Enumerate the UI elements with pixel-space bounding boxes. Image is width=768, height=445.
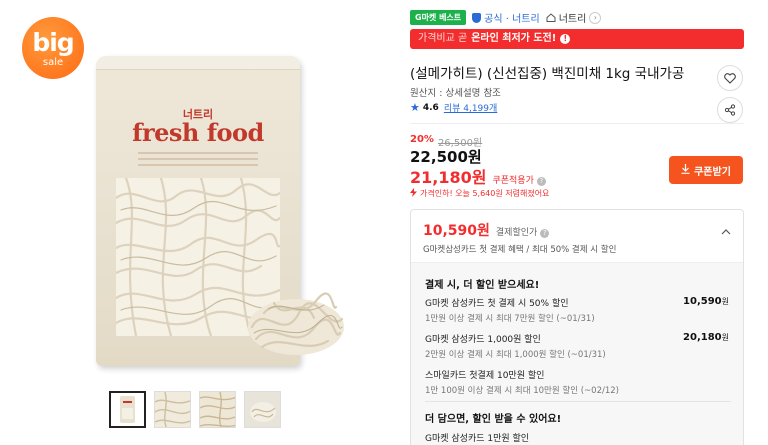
store-name: 너트리	[558, 14, 587, 25]
big-sale-badge: big sale	[22, 17, 84, 79]
help-icon[interactable]: ?	[540, 229, 550, 238]
thumbnail-1[interactable]	[109, 391, 146, 428]
discount-row-label: 스마일카드 첫결제 10만원 할인	[425, 371, 545, 381]
get-coupon-label: 쿠폰받기	[694, 166, 731, 178]
official-store-label: 공식 · 너트리	[484, 14, 540, 25]
discount-row-label: G마켓 삼성카드 1만원 할인	[425, 434, 530, 444]
thumbnail-strip	[109, 391, 281, 428]
lowest-price-promo-bar[interactable]: 가격비교 곧 온라인 최저가 도전! !	[410, 29, 744, 49]
add-more-discount-title: 더 담으면, 할인 받을 수 있어요!	[425, 414, 562, 425]
discount-row-amount: 10,590원	[683, 296, 729, 307]
heart-icon	[724, 69, 736, 88]
promo-highlight: 온라인 최저가 도전!	[471, 33, 557, 44]
big-sale-badge-big: big	[32, 28, 74, 57]
price-drop-note: 가격인하! 오늘 5,640원 저렴해졌어요	[410, 188, 549, 199]
home-icon	[546, 13, 556, 22]
chevron-up-icon[interactable]	[721, 222, 731, 235]
bag-title-text: fresh food	[132, 118, 264, 147]
discount-row-amount-value: 20,180	[683, 332, 722, 343]
help-icon[interactable]: ?	[536, 177, 546, 186]
price-drop-text: 가격인하! 오늘 5,640원 저렴해졌어요	[420, 189, 550, 198]
store-link[interactable]: 너트리 ›	[546, 10, 602, 25]
wishlist-button[interactable]	[717, 65, 743, 91]
product-info-panel: G마켓 베스트 공식 · 너트리 너트리 › 가격비교 곧 온라인 최저가 도전…	[408, 0, 768, 445]
coupon-price-label: 쿠폰적용가	[492, 176, 534, 186]
product-gallery: big sale 너트리 fresh food	[0, 0, 400, 445]
official-store-badge[interactable]: 공식 · 너트리	[472, 10, 540, 25]
squid-pile-image	[244, 283, 348, 357]
product-title: (설메가히트) (신선집중) 백진미채 1kg 국내가공	[410, 66, 685, 82]
get-coupon-button[interactable]: 쿠폰받기	[669, 156, 743, 184]
card-discount-box: 10,590원 결제할인가 ? G마켓삼성카드 첫 결제 혜택 / 최대 50%…	[410, 209, 744, 445]
coupon-price: 21,180원	[410, 168, 487, 187]
card-discount-subtitle: G마켓삼성카드 첫 결제 혜택 / 최대 50% 결제 시 할인	[423, 245, 617, 255]
discount-row-amount-value: 10,590	[683, 296, 722, 307]
discount-row-amount-unit: 원	[721, 333, 729, 342]
card-discount-header[interactable]: 10,590원 결제할인가 ? G마켓삼성카드 첫 결제 혜택 / 최대 50%…	[411, 210, 743, 262]
share-icon	[724, 101, 736, 120]
payment-discount-title: 결제 시, 더 할인 받으세요!	[425, 280, 540, 291]
discount-row-label: G마켓 삼성카드 1,000원 할인	[425, 335, 541, 345]
thumbnail-3[interactable]	[199, 391, 236, 428]
card-discount-details: 결제 시, 더 할인 받으세요! G마켓 삼성카드 첫 결제 시 50% 할인 …	[411, 262, 743, 445]
coupon-price-row: 21,180원 쿠폰적용가 ?	[410, 164, 546, 188]
shield-icon	[472, 12, 482, 23]
star-icon: ★	[410, 101, 420, 114]
share-button[interactable]	[717, 97, 743, 123]
chevron-right-icon: ›	[589, 11, 602, 24]
rating-row: ★ 4.6 리뷰 4,199개	[410, 101, 497, 114]
discount-row-sub: 2만원 이상 결제 시 최대 1,000원 할인 (~01/31)	[425, 350, 606, 360]
badge-row: G마켓 베스트 공식 · 너트리 너트리 ›	[410, 10, 602, 25]
thumbnail-2[interactable]	[154, 391, 191, 428]
review-count-link[interactable]: 리뷰 4,199개	[444, 101, 497, 114]
origin-text: 원산지 : 상세설명 참조	[410, 88, 501, 99]
discount-row-sub: 1만 100원 이상 결제 시 최대 10만원 할인 (~02/12)	[425, 386, 619, 396]
divider	[410, 123, 744, 124]
card-discount-label: 결제할인가	[495, 228, 538, 238]
discount-row-sub: 1만원 이상 결제 시 최대 7만원 할인 (~01/31)	[425, 314, 595, 324]
thumbnail-4[interactable]	[244, 391, 281, 428]
product-page: big sale 너트리 fresh food G마켓 베스트 공식 · 너트리…	[0, 0, 768, 445]
discount-row-amount-unit: 원	[721, 297, 729, 306]
big-sale-badge-sale: sale	[42, 57, 64, 68]
promo-prefix: 가격비교 곧	[418, 33, 468, 44]
card-discount-price: 10,590원	[423, 223, 490, 239]
gmarket-best-badge[interactable]: G마켓 베스트	[410, 10, 467, 25]
info-icon: !	[560, 34, 571, 44]
rating-score: 4.6	[422, 102, 439, 113]
discount-row-label: G마켓 삼성카드 첫 결제 시 50% 할인	[425, 299, 569, 309]
lightning-icon	[410, 188, 417, 199]
divider	[425, 401, 731, 402]
download-icon	[681, 163, 690, 177]
discount-row-amount: 20,180원	[683, 332, 729, 343]
